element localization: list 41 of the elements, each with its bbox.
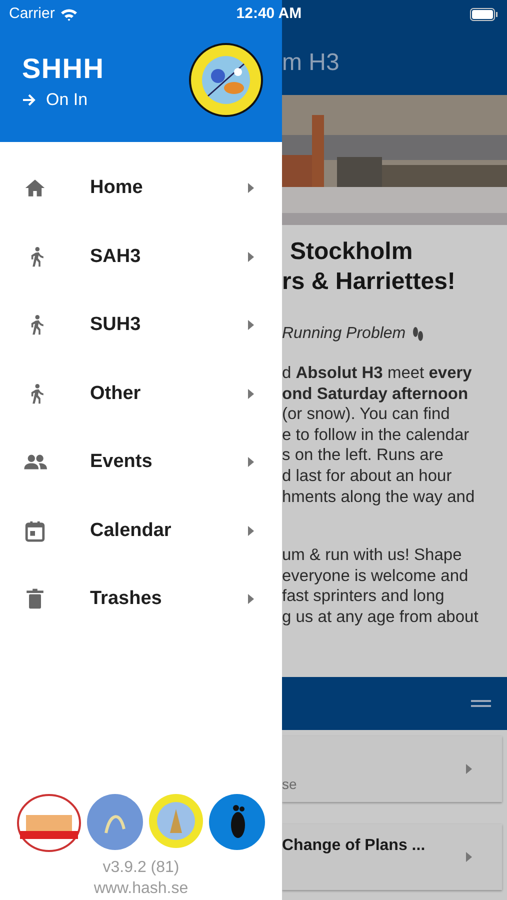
wifi-icon	[60, 8, 78, 20]
club-logo	[86, 793, 144, 851]
menu-item[interactable]: SUH3	[0, 291, 282, 360]
menu-item[interactable]: Other	[0, 360, 282, 428]
menu-item[interactable]: Events	[0, 428, 282, 496]
card-title: Change of Plans ...	[282, 836, 426, 856]
battery-icon	[470, 8, 498, 20]
time-text: 12:40 AM	[236, 4, 302, 24]
paragraph: um & run with us! Shape everyone is welcome and fast sprinters and long g us at any age from about	[282, 545, 480, 628]
list-card[interactable]: Change of Plans ...	[282, 824, 502, 890]
chevron-icon	[248, 388, 254, 399]
menu-item[interactable]: SAH3	[0, 222, 282, 291]
heading: Stockholm	[289, 237, 414, 267]
calendar-icon	[23, 518, 47, 543]
paragraph: d Absolut H3 meet every ond Saturday afternoon (or snow). You can find e to follow in the calendar s on the left. Runs are d last for about an hour hments along the way and	[282, 363, 476, 508]
chevron-icon	[248, 183, 254, 194]
chevron-icon	[248, 320, 254, 330]
chevron-icon	[248, 457, 254, 468]
club-title: SHHH	[22, 55, 104, 83]
chevron-icon	[248, 594, 254, 604]
footprint-logo	[208, 793, 266, 851]
app-title: m H3	[282, 51, 340, 75]
heading: rs & Harriettes!	[282, 267, 456, 297]
subtitle: On In	[46, 91, 88, 108]
carrier-text: Carrier	[9, 4, 55, 24]
club-logo	[148, 793, 204, 849]
chevron-icon	[248, 252, 254, 262]
card-subtitle: se	[282, 774, 298, 794]
chevron-icon	[248, 526, 254, 536]
menu-item[interactable]: Home	[0, 154, 282, 222]
version-text: v3.9.2 (81)	[102, 858, 180, 878]
chevron-icon	[466, 764, 472, 774]
club-logo	[16, 793, 82, 853]
chevron-icon	[466, 852, 472, 862]
footprints-icon	[412, 326, 424, 342]
menu-item[interactable]: Calendar	[0, 496, 282, 565]
menu-icon	[471, 698, 491, 708]
arrow-icon	[22, 94, 36, 106]
tagline: Running Problem	[282, 324, 406, 344]
menu-item[interactable]: Trashes	[0, 565, 282, 634]
website-text: www.hash.se	[92, 879, 190, 899]
